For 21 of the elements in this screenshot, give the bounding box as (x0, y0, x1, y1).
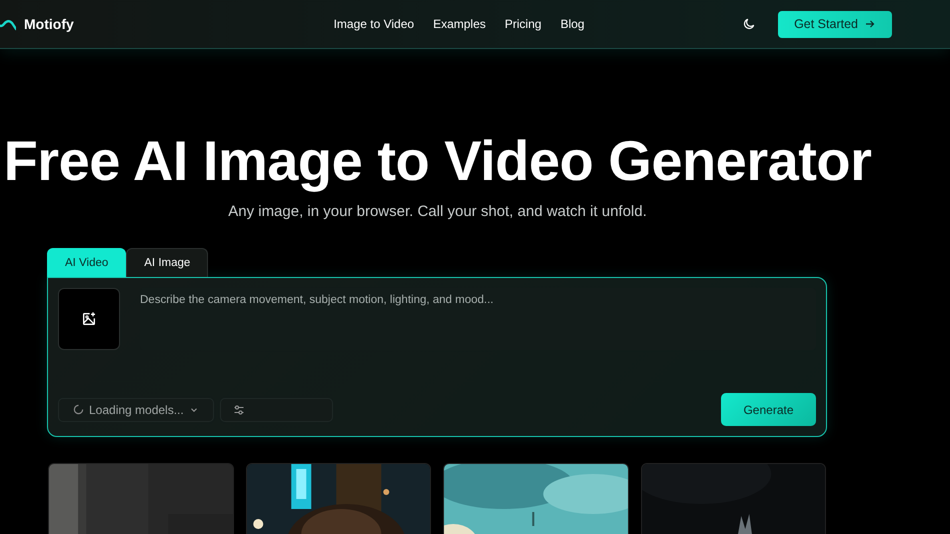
prompt-box[interactable]: Describe the camera movement, subject motion, lighting, and mood... Loading models... Generate (47, 277, 827, 437)
hero-subtitle: Any image, in your browser. Call your shot, and watch it unfold. (227, 203, 648, 220)
add-image-icon (81, 311, 97, 327)
wave-logo-icon[interactable] (0, 17, 16, 31)
spinner-icon (73, 404, 84, 415)
nav-link[interactable]: Pricing (504, 17, 542, 31)
moon-icon[interactable] (742, 17, 756, 31)
generate-button[interactable]: Generate (721, 393, 816, 426)
arrow-right-icon (864, 18, 876, 30)
sliders-icon (232, 404, 245, 416)
mode-tab[interactable]: AI Image (126, 248, 208, 277)
prompt-field[interactable]: Describe the camera movement, subject motion, lighting, and mood... (140, 288, 816, 350)
nav-link[interactable]: Examples (433, 17, 486, 31)
hero-title: Free AI Image to Video Generator (2, 131, 872, 191)
logo-text[interactable]: Motiofy (24, 16, 74, 32)
get-started-button[interactable]: Get Started (778, 10, 892, 38)
model-dropdown[interactable]: Loading models... (58, 398, 214, 422)
image-upload-button[interactable] (58, 288, 120, 350)
nav-link[interactable]: Blog (560, 17, 584, 31)
mode-tab[interactable]: AI Video (47, 248, 126, 277)
nav-link[interactable]: Image to Video (334, 17, 414, 31)
